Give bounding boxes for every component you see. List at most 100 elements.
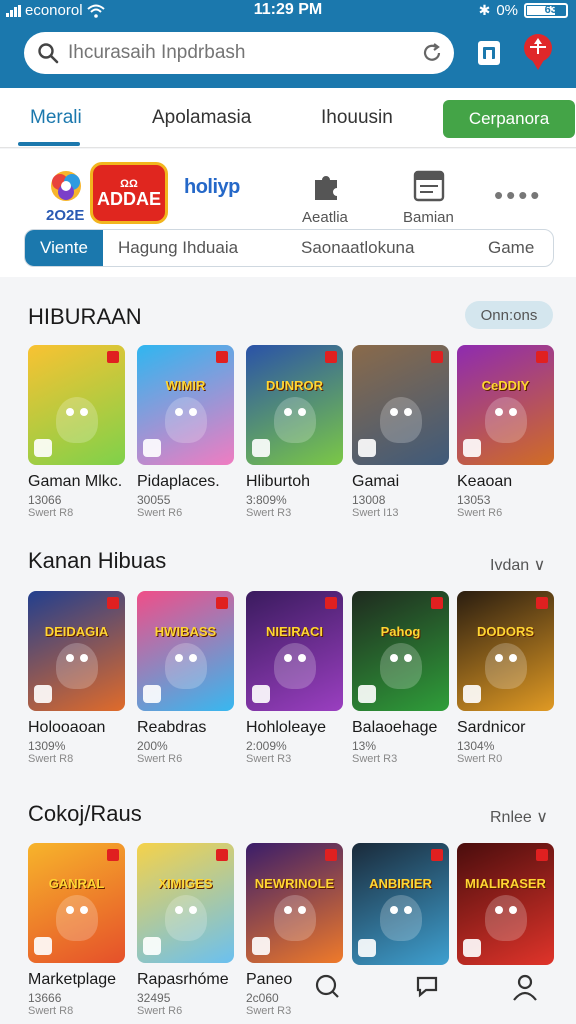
bookmark-icon[interactable] bbox=[536, 351, 548, 363]
game-name: Rapasrhóme bbox=[137, 971, 229, 988]
game-card[interactable]: XIMIGES Rapasrhóme 32495 Swert R6 bbox=[137, 843, 234, 1017]
game-thumbnail-title: GANRAL bbox=[48, 876, 105, 891]
bookmark-icon[interactable] bbox=[216, 351, 228, 363]
bookmark-icon[interactable] bbox=[536, 597, 548, 609]
bookmark-icon[interactable] bbox=[216, 597, 228, 609]
game-thumbnail[interactable]: DUNROR bbox=[246, 345, 343, 465]
character-art bbox=[56, 643, 98, 689]
game-card[interactable]: GANRAL Marketplage 13666 Swert R8 bbox=[28, 843, 125, 1017]
platform-icon bbox=[143, 685, 161, 703]
pill-game[interactable]: Game bbox=[488, 230, 534, 266]
character-eye bbox=[66, 654, 74, 662]
bookmark-icon[interactable] bbox=[107, 849, 119, 861]
game-name: Reabdras bbox=[137, 719, 207, 736]
section-link[interactable]: Rnlee ∨ bbox=[490, 807, 548, 827]
tab-apolamasia[interactable]: Apolamasia bbox=[152, 107, 251, 129]
red-badge-logo[interactable]: ΩΩ ADDAE bbox=[90, 162, 168, 224]
bluetooth-icon: ✱ bbox=[478, 2, 491, 18]
game-name: Keaoan bbox=[457, 473, 513, 490]
game-thumbnail[interactable]: NEWRINOLE bbox=[246, 843, 343, 963]
bookmark-icon[interactable] bbox=[431, 849, 443, 861]
character-eye bbox=[175, 906, 183, 914]
game-thumbnail[interactable]: CeDDIY bbox=[457, 345, 554, 465]
platform-icon bbox=[463, 439, 481, 457]
game-card[interactable]: Gamai 13008 Swert I13 bbox=[352, 345, 449, 519]
game-card[interactable]: Gaman Mlkc. 13066 Swert R8 bbox=[28, 345, 125, 519]
tablet-icon[interactable] bbox=[472, 36, 506, 70]
platform-icon bbox=[358, 439, 376, 457]
game-name: Hohloleaye bbox=[246, 719, 327, 736]
bookmark-icon[interactable] bbox=[325, 351, 337, 363]
platform-icon bbox=[143, 937, 161, 955]
refresh-icon[interactable] bbox=[420, 41, 444, 65]
game-thumbnail[interactable]: Pahog bbox=[352, 591, 449, 711]
store-icon[interactable] bbox=[411, 168, 447, 204]
game-price: Swert I13 bbox=[352, 507, 399, 519]
game-thumbnail[interactable]: ANBIRIER bbox=[352, 843, 449, 965]
game-thumbnail[interactable]: HWIBASS bbox=[137, 591, 234, 711]
search-nav-icon[interactable] bbox=[313, 972, 343, 1002]
game-price: Swert R6 bbox=[137, 1005, 183, 1017]
bookmark-icon[interactable] bbox=[216, 849, 228, 861]
search-input[interactable] bbox=[68, 38, 398, 68]
platform-icon bbox=[358, 685, 376, 703]
tab-merali[interactable]: Merali bbox=[30, 107, 82, 129]
game-thumbnail[interactable]: NIEIRACI bbox=[246, 591, 343, 711]
character-eye bbox=[495, 654, 503, 662]
game-thumbnail[interactable] bbox=[352, 345, 449, 465]
game-thumbnail[interactable]: DEIDAGIA bbox=[28, 591, 125, 711]
pill-saonaat[interactable]: Saonaatlokuna bbox=[301, 230, 414, 266]
game-card[interactable]: WIMIR Pidaplaces. 30055 Swert R6 bbox=[137, 345, 234, 519]
character-eye bbox=[404, 906, 412, 914]
game-thumbnail[interactable]: DODORS bbox=[457, 591, 554, 711]
platform-icon bbox=[34, 685, 52, 703]
bookmark-icon[interactable] bbox=[107, 597, 119, 609]
pill-viente[interactable]: Viente bbox=[25, 230, 103, 266]
holiyp-logo[interactable]: holiyp bbox=[184, 176, 240, 199]
game-price: Swert R8 bbox=[28, 507, 74, 519]
chat-nav-icon[interactable] bbox=[414, 972, 444, 1002]
bookmark-icon[interactable] bbox=[325, 597, 337, 609]
game-card[interactable]: DODORS Sardnicor 1304% Swert R0 bbox=[457, 591, 554, 765]
game-thumbnail[interactable]: MIALIRASER bbox=[457, 843, 554, 965]
bookmark-icon[interactable] bbox=[431, 351, 443, 363]
game-thumbnail[interactable]: XIMIGES bbox=[137, 843, 234, 963]
game-thumbnail[interactable]: GANRAL bbox=[28, 843, 125, 963]
game-card[interactable]: NIEIRACI Hohloleaye 2:009% Swert R3 bbox=[246, 591, 343, 765]
game-price: Swert R0 bbox=[457, 753, 503, 765]
bookmark-icon[interactable] bbox=[107, 351, 119, 363]
section-link-chip[interactable]: Onn:ons bbox=[465, 301, 553, 329]
search-bar[interactable] bbox=[24, 32, 454, 74]
tab-ihouusin[interactable]: Ihouusin bbox=[321, 107, 393, 129]
game-thumbnail-title: NEWRINOLE bbox=[254, 876, 335, 891]
game-card[interactable]: ANBIRIER bbox=[352, 843, 449, 975]
category-label-aeatlia: Aeatlia bbox=[302, 209, 348, 226]
game-card[interactable]: DEIDAGIA Holooaoan 1309% Swert R8 bbox=[28, 591, 125, 765]
game-card[interactable]: DUNROR Hliburtoh 3:809% Swert R3 bbox=[246, 345, 343, 519]
character-eye bbox=[495, 906, 503, 914]
character-eye bbox=[284, 408, 292, 416]
game-price: Swert R3 bbox=[352, 753, 398, 765]
game-thumbnail[interactable]: WIMIR bbox=[137, 345, 234, 465]
bookmark-icon[interactable] bbox=[431, 597, 443, 609]
section-link[interactable]: Ivdan ∨ bbox=[490, 555, 545, 575]
character-art bbox=[485, 895, 527, 941]
game-thumbnail[interactable] bbox=[28, 345, 125, 465]
bookmark-icon[interactable] bbox=[325, 849, 337, 861]
game-name: Marketplage bbox=[28, 971, 117, 988]
game-card[interactable]: Pahog Balaoehage 13% Swert R3 bbox=[352, 591, 449, 765]
profile-nav-icon[interactable] bbox=[510, 972, 540, 1002]
game-card[interactable]: MIALIRASER bbox=[457, 843, 554, 975]
cta-button[interactable]: Cerpanora bbox=[443, 100, 575, 138]
puzzle-icon[interactable] bbox=[309, 168, 345, 204]
profile-pin-icon[interactable] bbox=[520, 32, 556, 72]
character-art bbox=[274, 397, 316, 443]
game-card[interactable]: CeDDIY Keaoan 13053 Swert R6 bbox=[457, 345, 554, 519]
bookmark-icon[interactable] bbox=[536, 849, 548, 861]
pill-hagung[interactable]: Hagung Ihduaia bbox=[118, 230, 238, 266]
more-categories-icon[interactable]: •••• bbox=[494, 180, 542, 211]
platform-icon bbox=[252, 685, 270, 703]
character-eye bbox=[298, 906, 306, 914]
game-card[interactable]: HWIBASS Reabdras 200% Swert R6 bbox=[137, 591, 234, 765]
top-bar: econorol 11:29 PM ✱ 0% 637 bbox=[0, 0, 576, 88]
